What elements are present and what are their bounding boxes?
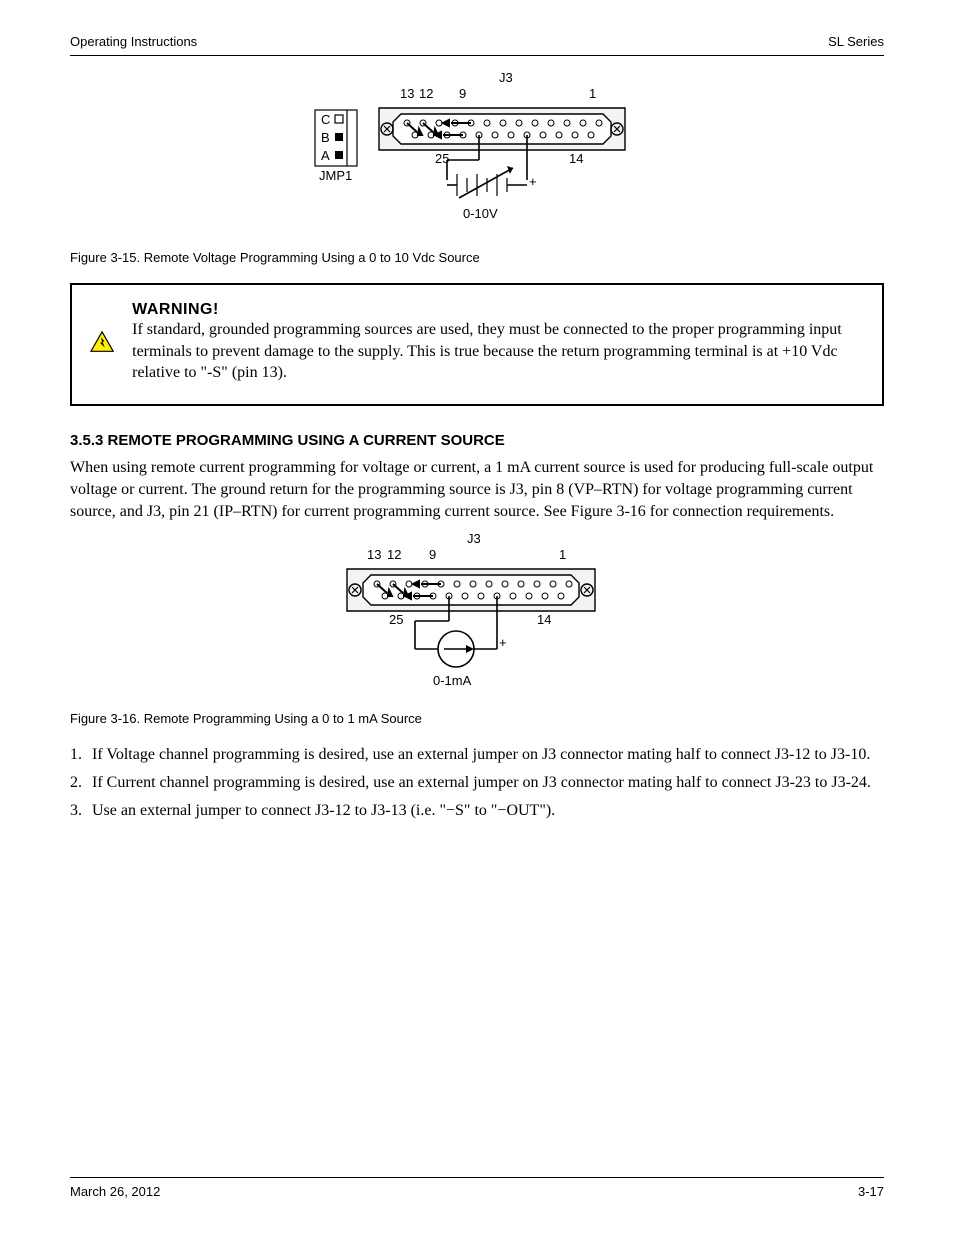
pin9-label: 9 [459, 86, 466, 101]
jmp-a-pin [335, 151, 343, 159]
pin14-label: 14 [569, 151, 583, 166]
figure-3-16-caption: Figure 3-16. Remote Programming Using a … [70, 711, 884, 726]
jmp1-label: JMP1 [319, 168, 352, 183]
pin13-label: 13 [400, 86, 414, 101]
jmp-c-pin [335, 115, 343, 123]
figure-3-15: C B A JMP1 J3 13 12 9 1 [70, 68, 884, 248]
jmp-b-pin [335, 133, 343, 141]
list-item-1: 1. If Voltage channel programming is des… [70, 744, 884, 766]
list-num-2: 2. [70, 772, 82, 794]
jmp-a-label: A [321, 148, 330, 163]
header-right: SL Series [828, 34, 884, 49]
list-item-3: 3. Use an external jumper to connect J3-… [70, 800, 884, 822]
figure-3-15-caption: Figure 3-15. Remote Voltage Programming … [70, 250, 884, 265]
page: Operating Instructions SL Series C B A J… [0, 0, 954, 1235]
list-num-1: 1. [70, 744, 82, 766]
pin9-label-2: 9 [429, 547, 436, 562]
dsub-inner [393, 114, 611, 144]
list-text-3: Use an external jumper to connect J3-12 … [92, 800, 555, 822]
list-text-1: If Voltage channel programming is desire… [92, 744, 870, 766]
j3-label-2: J3 [467, 531, 481, 546]
list-text-2: If Current channel programming is desire… [92, 772, 871, 794]
running-header: Operating Instructions SL Series [70, 30, 884, 56]
connector-j3-fig1: J3 13 12 9 1 [379, 70, 625, 221]
pin25-label-2: 25 [389, 612, 403, 627]
pin12-label-2: 12 [387, 547, 401, 562]
jmp-b-label: B [321, 130, 330, 145]
section-3-5-3-title: 3.5.3 REMOTE PROGRAMMING USING A CURRENT… [70, 432, 884, 449]
source-plus: + [529, 174, 537, 189]
dsub-inner-2 [363, 575, 579, 605]
warning-box: WARNING! If standard, grounded programmi… [70, 283, 884, 406]
warning-heading: WARNING! [132, 301, 864, 319]
list-item-2: 2. If Current channel programming is des… [70, 772, 884, 794]
pin14-label-2: 14 [537, 612, 551, 627]
footer-revdate: March 26, 2012 [70, 1184, 160, 1199]
source-plus-2: + [499, 635, 507, 650]
figure-3-16: J3 13 12 9 1 [70, 529, 884, 709]
list-num-3: 3. [70, 800, 82, 822]
pin12-label: 12 [419, 86, 433, 101]
source-label: 0-10V [463, 206, 498, 221]
header-left: Operating Instructions [70, 34, 197, 49]
pin1-label-2: 1 [559, 547, 566, 562]
warning-triangle-icon [90, 318, 114, 366]
diagram-3-15-svg: C B A JMP1 J3 13 12 9 1 [307, 68, 647, 248]
source-label-2: 0-1mA [433, 673, 472, 688]
pin1-label: 1 [589, 86, 596, 101]
warning-text: If standard, grounded programming source… [132, 319, 864, 384]
jmp-c-label: C [321, 112, 330, 127]
page-footer: March 26, 2012 3-17 [70, 1177, 884, 1199]
footer-page: 3-17 [858, 1184, 884, 1199]
j3-label: J3 [499, 70, 513, 85]
jmp1-block: C B A JMP1 [315, 110, 357, 183]
section-3-5-3-para: When using remote current programming fo… [70, 457, 884, 523]
pin13-label-2: 13 [367, 547, 381, 562]
diagram-3-16-svg: J3 13 12 9 1 [327, 529, 627, 709]
